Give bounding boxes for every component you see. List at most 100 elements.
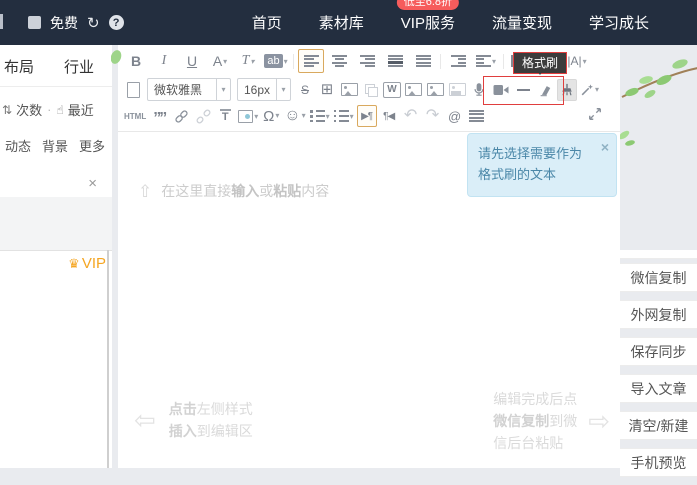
insert-image-button[interactable]: [339, 79, 359, 101]
font-size-value: 16px: [238, 83, 276, 97]
line-rules-button[interactable]: [467, 105, 487, 127]
ordered-list-icon: [310, 110, 325, 122]
align-both-button[interactable]: [382, 49, 408, 73]
phone-preview-button[interactable]: 手机预览: [620, 448, 697, 477]
link-dynamic[interactable]: 动态: [5, 136, 31, 155]
nav-home[interactable]: 首页: [252, 12, 282, 33]
help-icon[interactable]: ?: [109, 15, 124, 30]
align-right-button[interactable]: [354, 49, 380, 73]
checkbox-square-icon[interactable]: [28, 16, 41, 29]
underline-button[interactable]: U: [179, 49, 205, 73]
chevron-down-icon: ▾: [350, 112, 354, 121]
chevron-down-icon: ▾: [302, 112, 306, 120]
sidebar-close-icon[interactable]: ×: [88, 175, 97, 192]
insert-video-button[interactable]: [491, 79, 511, 101]
close-icon[interactable]: ×: [601, 137, 609, 158]
nav-learn-grow[interactable]: 学习成长: [589, 12, 649, 33]
sidebar-scrollbar[interactable]: [107, 250, 109, 468]
sidebar-tabs: 布局 行业: [0, 45, 112, 87]
special-char-button[interactable]: Ω▾: [261, 105, 281, 127]
chevron-down-icon: ▾: [275, 112, 279, 120]
crown-icon: ♛: [68, 257, 80, 270]
filter-recent[interactable]: 最近: [68, 100, 94, 119]
html-source-button[interactable]: HTML: [123, 105, 147, 127]
up-arrow-icon: ⇧: [138, 183, 152, 200]
italic-button[interactable]: I: [151, 49, 177, 73]
indent-increase-button[interactable]: ▾: [473, 49, 499, 73]
insert-table-button[interactable]: ⊞: [317, 79, 337, 101]
highlight-color-button[interactable]: ab▾: [263, 49, 289, 73]
clear-format-button[interactable]: [535, 79, 555, 101]
tab-layout[interactable]: 布局: [4, 56, 34, 77]
tab-industry[interactable]: 行业: [64, 56, 94, 77]
image-icon: [427, 83, 444, 96]
main-nav: 首页 素材库 VIP服务 低至6.8折 流量变现 学习成长: [252, 12, 697, 33]
insert-link-button[interactable]: [171, 105, 191, 127]
external-copy-button[interactable]: 外网复制: [620, 300, 697, 329]
rtl-direction-button[interactable]: ¶◀: [379, 105, 399, 127]
redo-button[interactable]: ↷: [423, 105, 443, 127]
insert-screenshot-button[interactable]: [447, 79, 467, 101]
unordered-list-button[interactable]: ▾: [333, 105, 355, 127]
undo-button[interactable]: ↶: [401, 105, 421, 127]
ltr-direction-button[interactable]: ▶¶: [357, 105, 377, 127]
align-left-icon: [304, 55, 319, 67]
unordered-list-icon: [334, 110, 349, 122]
import-article-button[interactable]: 导入文章: [620, 374, 697, 403]
sort-icon: ⇅: [2, 103, 12, 117]
nav-material-library[interactable]: 素材库: [319, 12, 364, 33]
find-replace-button[interactable]: @: [445, 105, 465, 127]
editor-placeholder[interactable]: ⇧ 在这里直接输入或粘贴内容: [138, 181, 329, 201]
indent-decrease-icon: [451, 55, 466, 67]
refresh-icon[interactable]: ↻: [87, 14, 100, 32]
image-icon: [341, 83, 358, 96]
hint-right-line2: 到微: [549, 413, 577, 429]
new-document-button[interactable]: [123, 79, 143, 101]
insert-template-button[interactable]: ▾: [237, 105, 259, 127]
insert-audio-button[interactable]: [469, 79, 489, 101]
align-justify-button[interactable]: [410, 49, 436, 73]
nav-traffic-monetize[interactable]: 流量变现: [492, 12, 552, 33]
ordered-list-button[interactable]: ▾: [309, 105, 331, 127]
clear-new-button[interactable]: 清空/新建: [620, 411, 697, 440]
font-size-select[interactable]: 16px ▾: [237, 78, 291, 101]
free-label[interactable]: 免费: [50, 13, 78, 33]
blockquote-button[interactable]: ””: [149, 102, 169, 130]
vip-style-item[interactable]: ♛ VIP: [68, 255, 106, 272]
insert-gallery-button[interactable]: [403, 79, 423, 101]
chevron-down-icon: ▾: [583, 57, 587, 66]
fullscreen-button[interactable]: [588, 107, 602, 126]
font-color-button[interactable]: A▾: [207, 49, 233, 73]
nav-vip-service[interactable]: VIP服务 低至6.8折: [401, 12, 455, 33]
remove-link-button[interactable]: [193, 105, 213, 127]
sidebar-filter-row: ⇅ 次数 · ☝ 最近: [0, 87, 112, 119]
horizontal-rule-button[interactable]: [513, 79, 533, 101]
bold-button[interactable]: B: [123, 49, 149, 73]
link-background[interactable]: 背景: [42, 136, 68, 155]
indent-decrease-button[interactable]: [445, 49, 471, 73]
top-navigation-bar: 免费 ↻ ? 首页 素材库 VIP服务 低至6.8折 流量变现 学习成长: [0, 0, 697, 45]
partial-button[interactable]: [620, 250, 697, 259]
insert-caption-button[interactable]: T: [215, 105, 235, 127]
insert-cover-image-button[interactable]: [425, 79, 445, 101]
filter-count[interactable]: 次数: [16, 100, 42, 119]
magic-wand-button[interactable]: ▾: [579, 79, 600, 101]
emoji-button[interactable]: ☺▾: [283, 105, 306, 127]
right-action-panel: 微信复制 外网复制 保存同步 导入文章 清空/新建 手机预览: [620, 45, 697, 468]
action-button-stack: 微信复制 外网复制 保存同步 导入文章 清空/新建 手机预览: [620, 250, 697, 485]
align-center-button[interactable]: [326, 49, 352, 73]
import-word-button[interactable]: W: [383, 82, 401, 98]
font-family-select[interactable]: 微软雅黑 ▾: [147, 78, 231, 101]
align-left-button[interactable]: [298, 49, 324, 73]
save-sync-button[interactable]: 保存同步: [620, 337, 697, 366]
microphone-icon: [472, 82, 486, 97]
copy-format-button[interactable]: [361, 79, 381, 101]
format-painter-button[interactable]: [557, 79, 577, 101]
topbar-left-group: 免费 ↻ ?: [28, 13, 124, 33]
letter-spacing-button[interactable]: |A|▾: [564, 49, 590, 73]
strikethrough-button[interactable]: S: [295, 79, 315, 101]
wechat-copy-button[interactable]: 微信复制: [620, 263, 697, 292]
text-style-button[interactable]: T▾: [235, 49, 261, 73]
link-more[interactable]: 更多: [79, 136, 105, 155]
hint-right-line3: 信后台粘贴: [493, 435, 563, 451]
